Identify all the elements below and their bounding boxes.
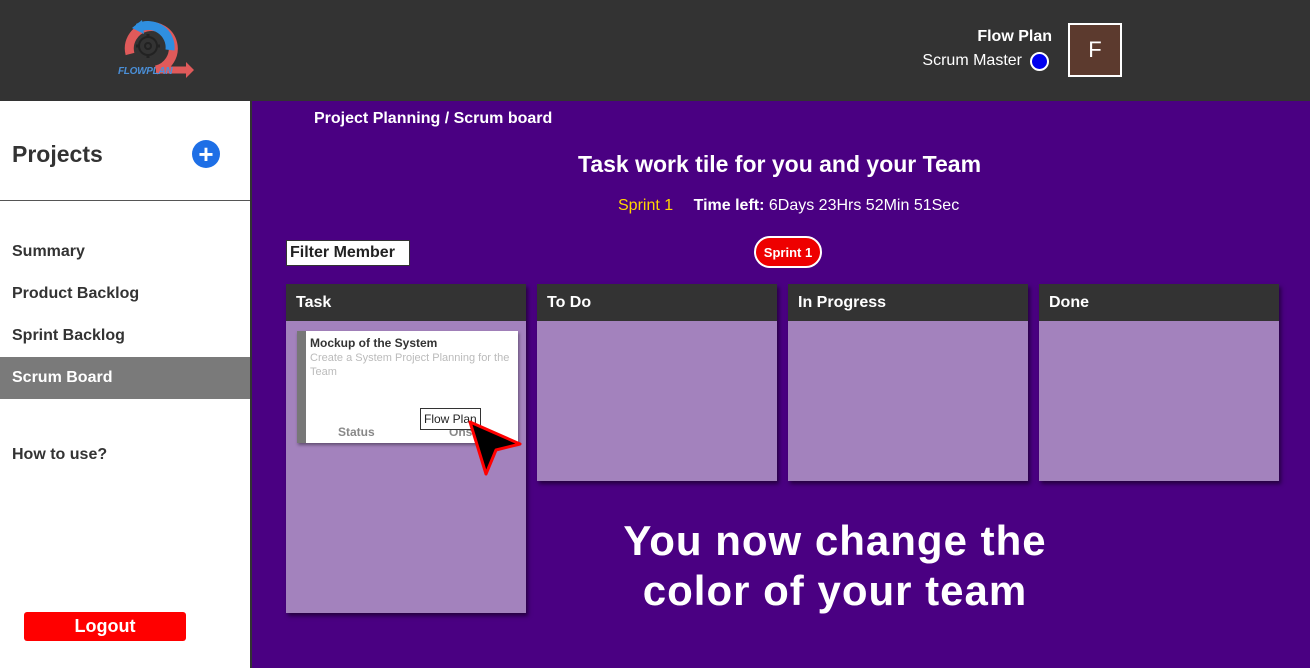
sprint-name: Sprint 1 [618, 197, 674, 214]
how-to-use-link[interactable]: How to use? [12, 446, 107, 464]
page-title: Task work tile for you and your Team [578, 151, 982, 177]
column-header-task: Task [286, 284, 526, 321]
flowplan-logo[interactable]: FLOWPLAN [116, 14, 196, 80]
role-color-dot[interactable] [1030, 52, 1049, 71]
filter-member-button[interactable]: Filter Member [286, 240, 410, 266]
column-header-done: Done [1039, 284, 1279, 321]
time-left-value: 6Days 23Hrs 52Min 51Sec [768, 197, 960, 214]
mouse-cursor-icon [468, 420, 522, 476]
avatar[interactable]: F [1068, 23, 1122, 77]
projects-header: Projects + [0, 101, 250, 201]
sidebar: Projects + Summary Product Backlog Sprin… [0, 101, 252, 668]
projects-title: Projects [12, 141, 103, 167]
column-header-todo: To Do [537, 284, 777, 321]
breadcrumb: Project Planning / Scrum board [314, 110, 553, 127]
sidebar-item-scrum-board[interactable]: Scrum Board [0, 357, 250, 399]
card-status-label: Status [338, 425, 375, 439]
instruction-line-1: You now change the [623, 517, 1047, 564]
top-header: FLOWPLAN Flow Plan Scrum Master F [0, 0, 1310, 101]
user-name: Flow Plan [977, 28, 1052, 45]
column-todo: To Do [537, 284, 777, 481]
instruction-overlay: You now change the color of your team [560, 516, 1110, 616]
sprint-info: Sprint 1 Time left: 6Days 23Hrs 52Min 51… [618, 197, 959, 215]
user-role: Scrum Master [922, 52, 1022, 69]
card-description: Create a System Project Planning for the… [310, 352, 510, 378]
column-header-in-progress: In Progress [788, 284, 1028, 321]
instruction-line-2: color of your team [642, 567, 1028, 614]
sidebar-item-sprint-backlog[interactable]: Sprint Backlog [0, 315, 250, 357]
plus-icon: + [198, 139, 214, 169]
column-done: Done [1039, 284, 1279, 481]
add-project-button[interactable]: + [192, 140, 220, 168]
logo-text: FLOWPLAN [118, 66, 173, 77]
card-title: Mockup of the System [310, 336, 438, 350]
logout-button[interactable]: Logout [24, 612, 186, 641]
sidebar-item-summary[interactable]: Summary [0, 231, 250, 273]
sprint-badge[interactable]: Sprint 1 [754, 236, 822, 268]
time-left-label: Time left: [693, 197, 765, 214]
column-in-progress: In Progress [788, 284, 1028, 481]
sidebar-item-product-backlog[interactable]: Product Backlog [0, 273, 250, 315]
